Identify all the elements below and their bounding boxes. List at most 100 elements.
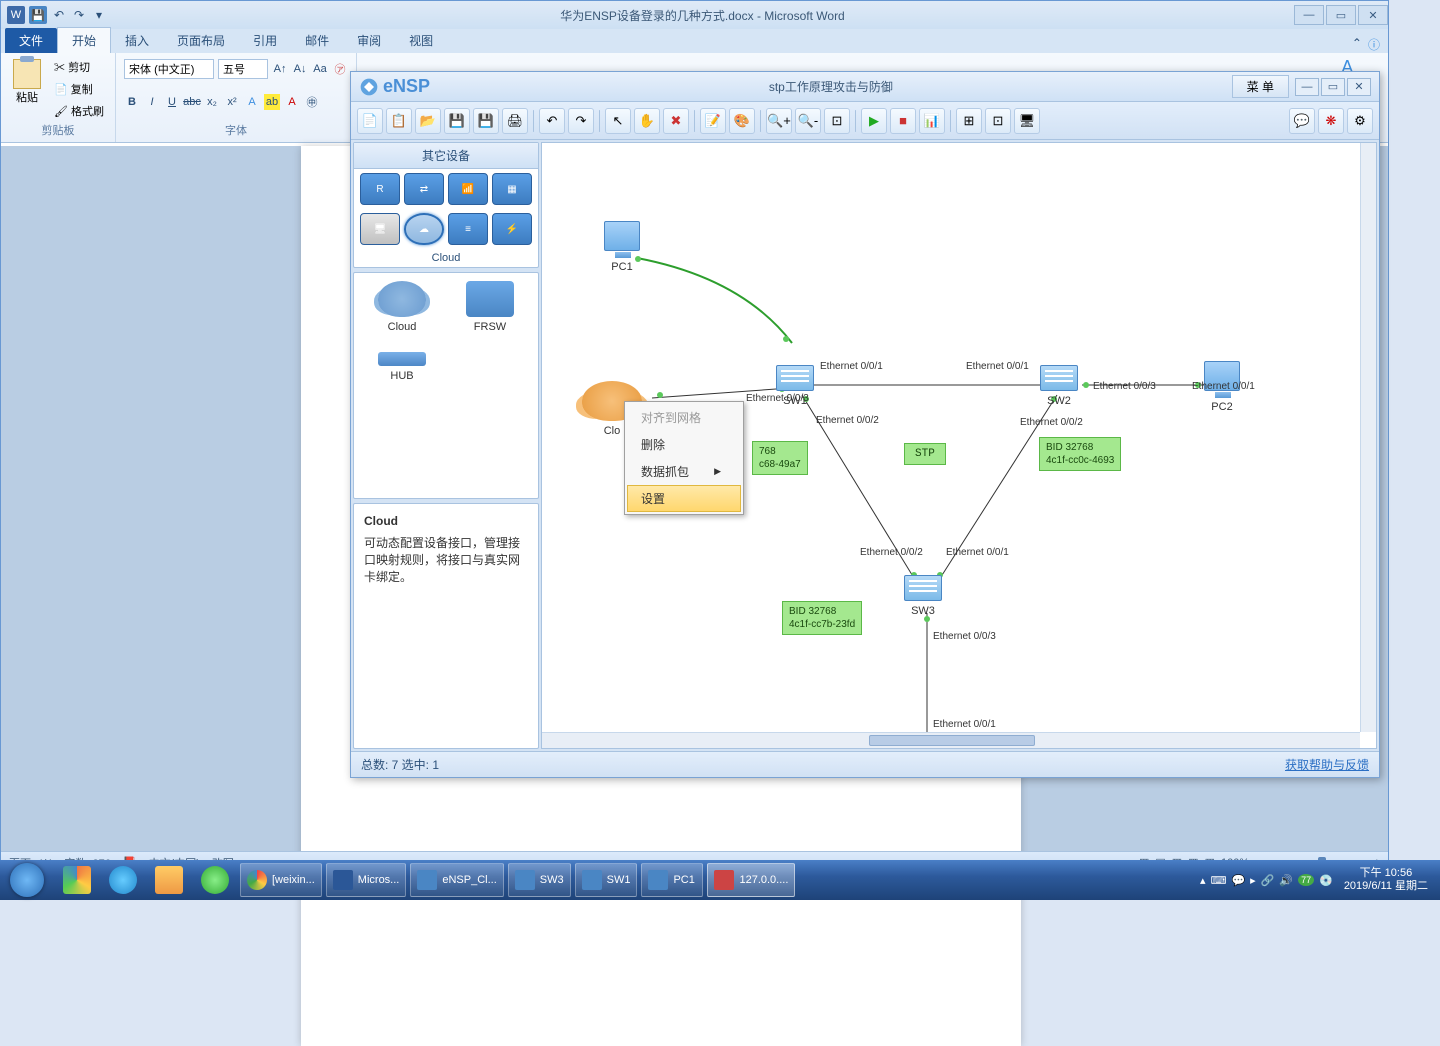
pan-icon[interactable]: ✋ (634, 108, 660, 134)
palette-icon[interactable]: 🎨 (729, 108, 755, 134)
task-chrome[interactable]: [weixin... (240, 863, 322, 897)
close-button[interactable]: ✕ (1358, 5, 1388, 25)
open-icon[interactable]: 📂 (415, 108, 441, 134)
paste-button[interactable]: 粘贴 (9, 57, 45, 107)
clock[interactable]: 下午 10:56 2019/6/11 星期二 (1338, 867, 1434, 893)
format-brush-button[interactable]: 🖌 格式刷 (51, 101, 107, 121)
huawei-icon[interactable]: ❋ (1318, 108, 1344, 134)
tab-view[interactable]: 视图 (395, 28, 447, 53)
grow-font-icon[interactable]: A↑ (272, 61, 288, 77)
saveas-icon[interactable]: 💾 (473, 108, 499, 134)
ensp-close-button[interactable]: ✕ (1347, 78, 1371, 96)
switch-category-icon[interactable]: ⇄ (404, 173, 444, 205)
save-icon[interactable]: 💾 (29, 6, 47, 24)
italic-icon[interactable]: I (144, 94, 160, 110)
pc1-node[interactable]: PC1 (604, 221, 640, 273)
capture-icon[interactable]: 📊 (919, 108, 945, 134)
display-icon[interactable]: 🖥 (1014, 108, 1040, 134)
help-icon[interactable]: ⓘ (1368, 36, 1380, 53)
pinned-explorer[interactable] (147, 862, 191, 898)
save-topo-icon[interactable]: 💾 (444, 108, 470, 134)
help-feedback-link[interactable]: 获取帮助与反馈 (1285, 756, 1369, 773)
font-name-combo[interactable]: 宋体 (中文正) (124, 59, 214, 79)
pinned-ie[interactable] (101, 862, 145, 898)
bold-icon[interactable]: B (124, 94, 140, 110)
strike-icon[interactable]: abc (184, 94, 200, 110)
redo-tool-icon[interactable]: ↷ (568, 108, 594, 134)
ctx-capture[interactable]: 数据抓包▶ (627, 458, 741, 485)
print-icon[interactable]: 🖨 (502, 108, 528, 134)
pinned-app[interactable] (193, 862, 237, 898)
tray-expand-icon[interactable]: ▴ (1200, 874, 1206, 887)
serial-category-icon[interactable]: ≡ (448, 213, 488, 245)
stop-all-icon[interactable]: ■ (890, 108, 916, 134)
frsw-device-item[interactable]: FRSW (450, 281, 530, 333)
cloud-device-item[interactable]: Cloud (362, 281, 442, 333)
word-app-icon[interactable]: W (7, 6, 25, 24)
task-ensp[interactable]: eNSP_Cl... (410, 863, 503, 897)
ensp-maximize-button[interactable]: ▭ (1321, 78, 1345, 96)
qat-dropdown-icon[interactable]: ▾ (91, 7, 107, 23)
tray-disk-icon[interactable]: 💿 (1319, 874, 1333, 887)
tray-volume-icon[interactable]: 🔊 (1279, 874, 1293, 887)
text-effects-icon[interactable]: A (244, 94, 260, 110)
tab-review[interactable]: 审阅 (343, 28, 395, 53)
pc-category-icon[interactable]: 🖥 (360, 213, 400, 245)
task-sw3[interactable]: SW3 (508, 863, 571, 897)
text-icon[interactable]: 📝 (700, 108, 726, 134)
ensp-minimize-button[interactable]: — (1295, 78, 1319, 96)
cloud-category-icon[interactable]: ☁ (404, 213, 444, 245)
wifi-category-icon[interactable]: 📶 (448, 173, 488, 205)
superscript-icon[interactable]: x² (224, 94, 240, 110)
undo-icon[interactable]: ↶ (51, 7, 67, 23)
underline-icon[interactable]: U (164, 94, 180, 110)
ribbon-collapse-icon[interactable]: ⌃ (1352, 36, 1362, 53)
firewall-category-icon[interactable]: ▦ (492, 173, 532, 205)
maximize-button[interactable]: ▭ (1326, 5, 1356, 25)
undo-tool-icon[interactable]: ↶ (539, 108, 565, 134)
tray-wechat-icon[interactable]: 💬 (1231, 874, 1245, 887)
interface-icon[interactable]: ⊡ (985, 108, 1011, 134)
hub-device-item[interactable]: HUB (362, 341, 442, 382)
connection-category-icon[interactable]: ⚡ (492, 213, 532, 245)
router-category-icon[interactable]: R (360, 173, 400, 205)
pinned-switcher[interactable] (55, 862, 99, 898)
ensp-titlebar[interactable]: eNSP stp工作原理攻击与防御 菜 单 — ▭ ✕ (351, 72, 1379, 102)
font-color-icon[interactable]: A (284, 94, 300, 110)
shrink-font-icon[interactable]: A↓ (292, 61, 308, 77)
task-word[interactable]: Micros... (326, 863, 407, 897)
zoomout-icon[interactable]: 🔍- (795, 108, 821, 134)
start-button[interactable] (0, 860, 54, 900)
sw2-node[interactable]: SW2 (1040, 365, 1078, 407)
char-border-icon[interactable]: ㊥ (304, 94, 320, 110)
tab-file[interactable]: 文件 (5, 28, 57, 53)
task-sw1[interactable]: SW1 (575, 863, 638, 897)
topology-canvas[interactable]: PC1 PC2 SW1 SW2 SW3 Clo (541, 142, 1377, 749)
menu-button[interactable]: 菜 单 (1232, 75, 1289, 98)
cut-button[interactable]: ✂ 剪切 (51, 57, 107, 77)
canvas-vscrollbar[interactable] (1360, 143, 1376, 732)
task-127[interactable]: 127.0.0.... (707, 863, 795, 897)
zoomin-icon[interactable]: 🔍+ (766, 108, 792, 134)
zoomfit-icon[interactable]: ⊡ (824, 108, 850, 134)
redo-icon[interactable]: ↷ (71, 7, 87, 23)
settings-icon[interactable]: ⚙ (1347, 108, 1373, 134)
chat-icon[interactable]: 💬 (1289, 108, 1315, 134)
change-case-icon[interactable]: Aa (312, 61, 328, 77)
start-all-icon[interactable]: ▶ (861, 108, 887, 134)
tab-mail[interactable]: 邮件 (291, 28, 343, 53)
canvas-hscrollbar[interactable] (542, 732, 1360, 748)
sw3-node[interactable]: SW3 (904, 575, 942, 617)
ctx-settings[interactable]: 设置 (627, 485, 741, 512)
tray-flag-icon[interactable]: ▸ (1250, 874, 1256, 887)
tab-home[interactable]: 开始 (57, 27, 111, 53)
tray-input-icon[interactable]: ⌨ (1211, 874, 1227, 887)
ctx-delete[interactable]: 删除 (627, 431, 741, 458)
subscript-icon[interactable]: x₂ (204, 94, 220, 110)
topo-list-icon[interactable]: ⊞ (956, 108, 982, 134)
delete-icon[interactable]: ✖ (663, 108, 689, 134)
clear-format-icon[interactable]: ㋐ (332, 61, 348, 77)
minimize-button[interactable]: — (1294, 5, 1324, 25)
new-topo-icon[interactable]: 📋 (386, 108, 412, 134)
select-icon[interactable]: ↖ (605, 108, 631, 134)
